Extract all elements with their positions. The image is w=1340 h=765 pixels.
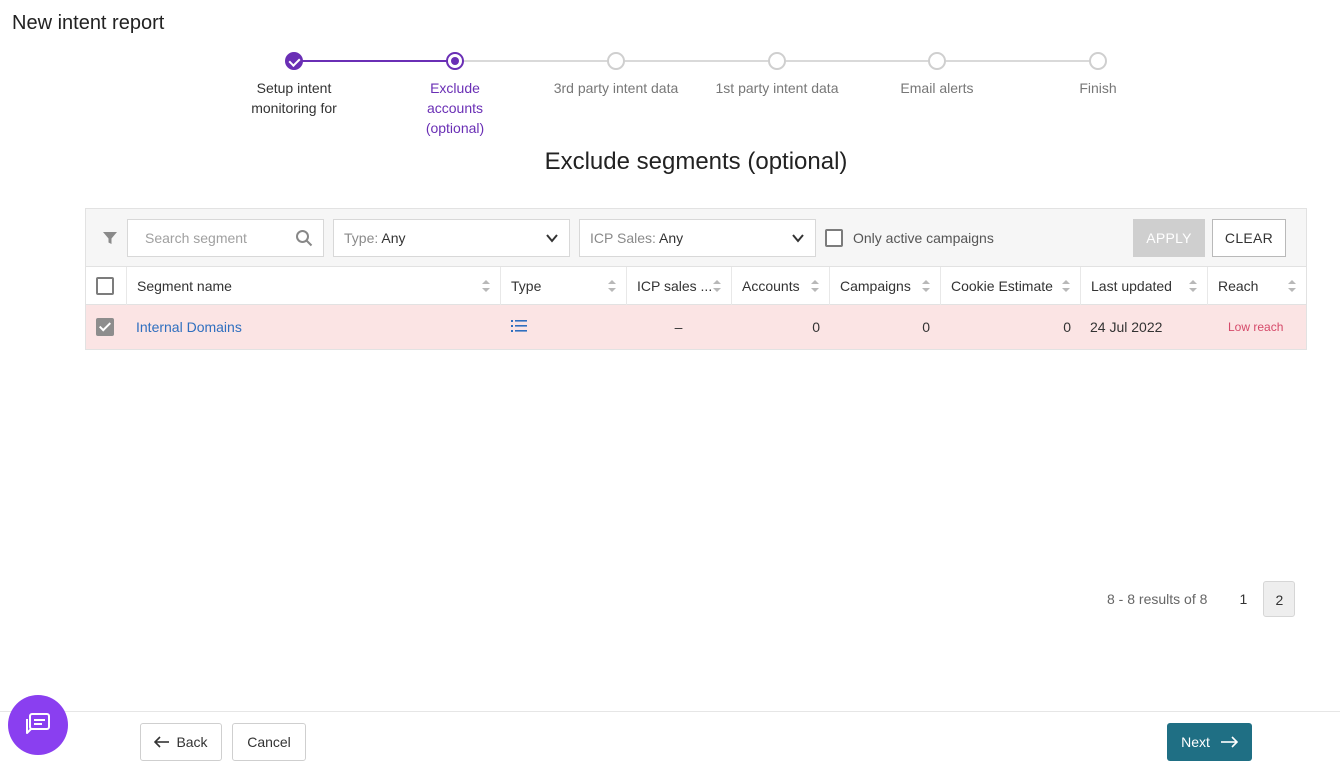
filter-bar: Type: Any ICP Sales: Any Only active cam… (86, 209, 1306, 267)
step-exclude-accounts[interactable]: Exclude accounts (optional) (370, 48, 540, 138)
step-label: Exclude accounts (optional) (425, 80, 485, 136)
accounts-cell: 0 (812, 319, 820, 335)
chevron-down-icon (546, 234, 558, 243)
select-all-checkbox[interactable] (96, 277, 114, 295)
step-label: Finish (1079, 80, 1117, 96)
sort-icon (922, 280, 930, 292)
step-active-dot-icon (446, 52, 464, 70)
results-count: 8 - 8 results of 8 (1107, 591, 1208, 607)
only-active-checkbox[interactable] (825, 229, 843, 247)
icp-select-value: Any (659, 230, 684, 246)
column-label: Campaigns (840, 278, 911, 294)
column-label: ICP sales ... (637, 278, 713, 294)
icp-sales-select[interactable]: ICP Sales: Any (579, 219, 816, 257)
column-label: Segment name (137, 278, 232, 294)
type-select-prefix: Type: (344, 230, 379, 246)
step-pending-dot-icon (768, 52, 786, 70)
sort-icon (1189, 280, 1197, 292)
column-label: Reach (1218, 278, 1259, 294)
column-header-type[interactable]: Type (500, 267, 626, 305)
next-label: Next (1181, 734, 1210, 750)
section-title: Exclude segments (optional) (544, 148, 848, 175)
segment-name-cell: Internal Domains (136, 305, 242, 349)
segment-name-link[interactable]: Internal Domains (136, 319, 242, 335)
step-finish[interactable]: Finish (1013, 48, 1183, 98)
only-active-toggle[interactable]: Only active campaigns (825, 229, 994, 247)
step-label: Setup intent monitoring for (251, 80, 337, 116)
sort-icon (713, 280, 721, 292)
step-pending-dot-icon (1089, 52, 1107, 70)
only-active-label: Only active campaigns (853, 230, 994, 246)
type-cell (511, 305, 527, 349)
segments-card: Type: Any ICP Sales: Any Only active cam… (85, 208, 1307, 350)
next-button[interactable]: Next (1167, 723, 1252, 761)
sort-icon (608, 280, 616, 292)
step-done-check-icon (285, 52, 303, 70)
sort-icon (811, 280, 819, 292)
page-title: New intent report (12, 12, 165, 34)
step-pending-dot-icon (607, 52, 625, 70)
step-label: 3rd party intent data (553, 80, 679, 96)
page-2-button[interactable]: 2 (1263, 581, 1296, 617)
step-email-alerts[interactable]: Email alerts (852, 48, 1022, 98)
table-row[interactable]: Internal Domains – 0 0 0 24 Jul 2022 Low… (86, 305, 1306, 349)
chat-button[interactable] (8, 695, 68, 755)
chevron-down-icon (792, 234, 804, 243)
step-label: 1st party intent data (715, 80, 839, 96)
campaigns-cell: 0 (922, 319, 930, 335)
search-icon[interactable] (295, 229, 313, 247)
column-header-campaigns[interactable]: Campaigns (829, 267, 940, 305)
arrow-left-icon (154, 736, 170, 748)
column-header-reach[interactable]: Reach (1207, 267, 1306, 305)
cancel-button[interactable]: Cancel (232, 723, 306, 761)
clear-button[interactable]: CLEAR (1212, 219, 1286, 257)
list-icon (511, 320, 527, 332)
filter-icon[interactable] (102, 230, 118, 246)
column-header-segment-name[interactable]: Segment name (126, 267, 500, 305)
column-header-icp-sales[interactable]: ICP sales ... (626, 267, 731, 305)
type-select-value: Any (381, 230, 406, 246)
step-3rd-party[interactable]: 3rd party intent data (531, 48, 701, 98)
type-select[interactable]: Type: Any (333, 219, 570, 257)
row-checkbox[interactable] (96, 318, 114, 336)
column-header-accounts[interactable]: Accounts (731, 267, 829, 305)
sort-icon (1062, 280, 1070, 292)
step-setup[interactable]: Setup intent monitoring for (209, 48, 379, 118)
progress-stepper: Setup intent monitoring for Exclude acco… (0, 48, 1340, 136)
column-label: Type (511, 278, 542, 294)
table-header: Segment name Type ICP sales ... Accounts… (86, 267, 1306, 305)
back-button[interactable]: Back (140, 723, 222, 761)
column-label: Accounts (742, 278, 800, 294)
sort-icon (482, 280, 490, 292)
sort-icon (1288, 280, 1296, 292)
step-1st-party[interactable]: 1st party intent data (692, 48, 862, 98)
step-pending-dot-icon (928, 52, 946, 70)
step-label: Email alerts (900, 80, 974, 96)
reach-badge: Low reach (1228, 320, 1284, 334)
last-updated-cell: 24 Jul 2022 (1090, 319, 1163, 335)
icp-sales-cell: – (674, 319, 683, 335)
column-label: Last updated (1091, 278, 1172, 294)
icp-select-prefix: ICP Sales: (590, 230, 656, 246)
wizard-footer: Back Cancel Next (0, 711, 1340, 765)
chat-icon (26, 713, 50, 734)
column-header-cookie-estimate[interactable]: Cookie Estimate (940, 267, 1080, 305)
pagination: 8 - 8 results of 8 1 2 (1107, 581, 1296, 617)
apply-button[interactable]: APPLY (1133, 219, 1205, 257)
search-input[interactable] (128, 220, 278, 256)
column-header-last-updated[interactable]: Last updated (1080, 267, 1207, 305)
back-label: Back (176, 734, 208, 750)
cookie-estimate-cell: 0 (1063, 319, 1071, 335)
search-box (127, 219, 324, 257)
column-label: Cookie Estimate (951, 278, 1053, 294)
arrow-right-icon (1220, 736, 1238, 748)
page-1-button[interactable]: 1 (1227, 581, 1259, 617)
